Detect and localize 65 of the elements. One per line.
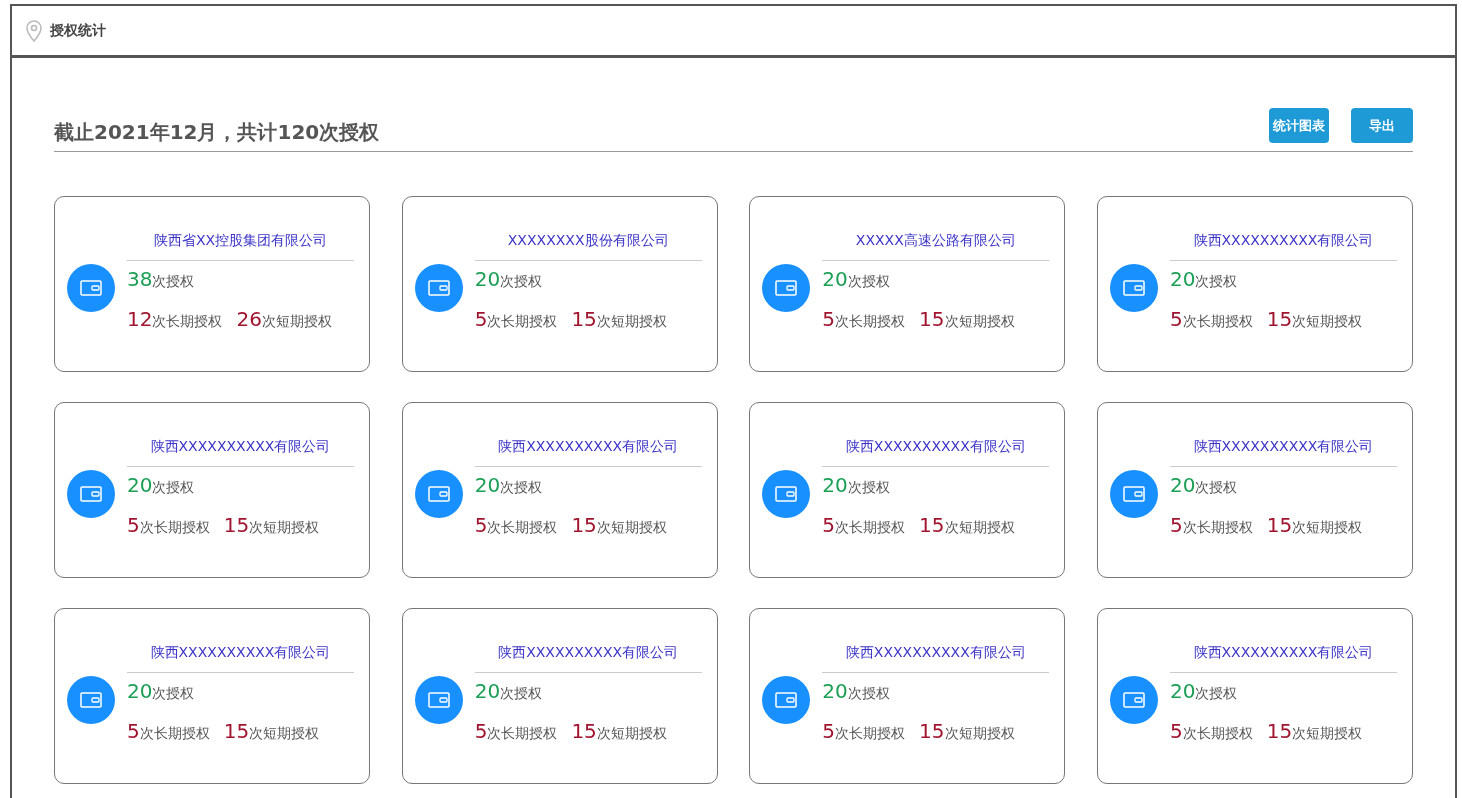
company-name: 陕西XXXXXXXXXX有限公司 — [822, 643, 1050, 673]
short-term-count: 26次短期授权 — [236, 306, 332, 331]
total-count: 38次授权 — [127, 266, 196, 291]
wallet-icon — [80, 692, 102, 708]
total-count: 20次授权 — [1169, 472, 1239, 497]
company-name: 陕西XXXXXXXXXX有限公司 — [1169, 437, 1397, 467]
wallet-icon — [427, 280, 450, 296]
total-count: 20次授权 — [474, 678, 544, 703]
short-term-count: 15次短期授权 — [1266, 306, 1363, 331]
total-count: 20次授权 — [474, 472, 544, 497]
short-term-count: 15次短期授权 — [223, 512, 320, 537]
long-term-count: 5次长期授权 — [474, 512, 558, 537]
total-count: 20次授权 — [127, 678, 196, 703]
wallet-icon — [80, 280, 102, 296]
total-count: 20次授权 — [474, 266, 544, 291]
total-count: 20次授权 — [822, 266, 891, 291]
wallet-icon — [775, 486, 798, 502]
wallet-icon — [80, 486, 102, 502]
company-name: 陕西XXXXXXXXXX有限公司 — [1169, 231, 1397, 261]
company-name: 陕西XXXXXXXXXX有限公司 — [474, 437, 702, 467]
long-term-count: 5次长期授权 — [1169, 306, 1253, 331]
total-count: 20次授权 — [822, 472, 891, 497]
short-term-count: 15次短期授权 — [571, 306, 667, 331]
wallet-icon — [427, 692, 450, 708]
location-pin-icon — [26, 19, 42, 42]
wallet-icon — [775, 280, 798, 296]
wallet-icon — [1122, 692, 1145, 708]
long-term-count: 5次长期授权 — [822, 306, 906, 331]
long-term-count: 5次长期授权 — [822, 718, 906, 743]
company-name: 陕西XXXXXXXXXX有限公司 — [127, 643, 354, 673]
total-count: 20次授权 — [822, 678, 891, 703]
short-term-count: 15次短期授权 — [571, 512, 667, 537]
total-count: 20次授权 — [127, 472, 196, 497]
long-term-count: 5次长期授权 — [127, 718, 210, 743]
company-name: 陕西XXXXXXXXXX有限公司 — [1169, 643, 1397, 673]
wallet-icon — [775, 692, 798, 708]
chart-button[interactable]: 统计图表 — [1269, 108, 1329, 143]
long-term-count: 5次长期授权 — [1169, 512, 1253, 537]
long-term-count: 12次长期授权 — [127, 306, 223, 331]
wallet-icon — [427, 486, 450, 502]
export-button[interactable]: 导出 — [1351, 108, 1413, 143]
summary-title: 截止2021年12月，共计120次授权 — [54, 119, 380, 146]
wallet-icon — [1122, 280, 1145, 296]
total-count: 20次授权 — [1169, 678, 1239, 703]
long-term-count: 5次长期授权 — [474, 306, 558, 331]
company-name: 陕西XXXXXXXXXX有限公司 — [127, 437, 354, 467]
company-name: XXXXXXXX股份有限公司 — [474, 231, 702, 261]
short-term-count: 15次短期授权 — [919, 306, 1015, 331]
long-term-count: 5次长期授权 — [474, 718, 558, 743]
company-name: 陕西省XX控股集团有限公司 — [127, 231, 354, 261]
company-name: 陕西XXXXXXXXXX有限公司 — [822, 437, 1050, 467]
long-term-count: 5次长期授权 — [127, 512, 210, 537]
short-term-count: 15次短期授权 — [1266, 718, 1363, 743]
short-term-count: 15次短期授权 — [919, 512, 1015, 537]
short-term-count: 15次短期授权 — [571, 718, 667, 743]
long-term-count: 5次长期授权 — [822, 512, 906, 537]
company-name: 陕西XXXXXXXXXX有限公司 — [474, 643, 702, 673]
company-name: XXXXX高速公路有限公司 — [822, 231, 1050, 261]
short-term-count: 15次短期授权 — [919, 718, 1015, 743]
short-term-count: 15次短期授权 — [223, 718, 320, 743]
page-title: 授权统计 — [50, 21, 106, 40]
wallet-icon — [1122, 486, 1145, 502]
total-count: 20次授权 — [1169, 266, 1239, 291]
short-term-count: 15次短期授权 — [1266, 512, 1363, 537]
long-term-count: 5次长期授权 — [1169, 718, 1253, 743]
